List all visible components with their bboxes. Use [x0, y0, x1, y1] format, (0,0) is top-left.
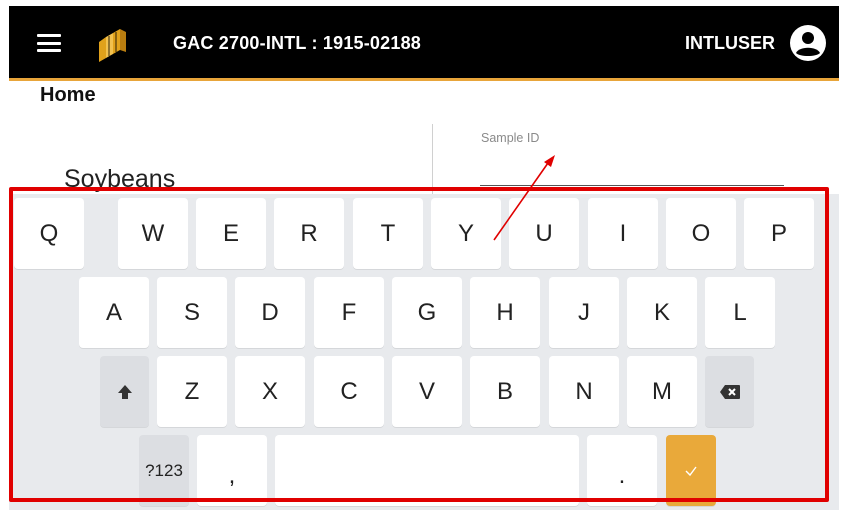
key-y[interactable]: Y: [431, 198, 501, 269]
app-frame: GAC 2700-INTL : 1915-02188 INTLUSER Home…: [9, 6, 839, 510]
enter-key[interactable]: [666, 435, 716, 506]
key-u[interactable]: U: [509, 198, 579, 269]
page-title: Home: [40, 84, 96, 106]
key-z[interactable]: Z: [157, 356, 227, 427]
user-name[interactable]: INTLUSER: [685, 33, 775, 54]
comma-key[interactable]: ,: [197, 435, 267, 506]
key-b[interactable]: B: [470, 356, 540, 427]
symbols-key[interactable]: ?123: [139, 435, 189, 506]
crop-selector[interactable]: Soybeans: [64, 165, 175, 194]
key-o[interactable]: O: [666, 198, 736, 269]
sample-id-label: Sample ID: [481, 131, 540, 145]
sample-id-input[interactable]: [480, 149, 784, 186]
key-j[interactable]: J: [549, 277, 619, 348]
backspace-icon: [719, 384, 740, 399]
key-a[interactable]: A: [79, 277, 149, 348]
key-c[interactable]: C: [314, 356, 384, 427]
backspace-key[interactable]: [705, 356, 754, 427]
key-m[interactable]: M: [627, 356, 697, 427]
key-f[interactable]: F: [314, 277, 384, 348]
key-s[interactable]: S: [157, 277, 227, 348]
key-q[interactable]: Q: [14, 198, 84, 269]
key-g[interactable]: G: [392, 277, 462, 348]
shift-key[interactable]: [100, 356, 149, 427]
key-t[interactable]: T: [353, 198, 423, 269]
logo-icon: [99, 29, 126, 62]
key-e[interactable]: E: [196, 198, 266, 269]
key-r[interactable]: R: [274, 198, 344, 269]
key-n[interactable]: N: [549, 356, 619, 427]
shift-arrow-icon: [117, 384, 132, 399]
key-v[interactable]: V: [392, 356, 462, 427]
space-key[interactable]: [275, 435, 579, 506]
field-divider: [432, 124, 433, 194]
on-screen-keyboard: Q W E R T Y U I O P A S D F G H J K L Z …: [9, 194, 839, 510]
key-l[interactable]: L: [705, 277, 775, 348]
hamburger-menu-icon[interactable]: [37, 34, 61, 52]
account-icon[interactable]: [789, 24, 827, 62]
key-k[interactable]: K: [627, 277, 697, 348]
top-bar: GAC 2700-INTL : 1915-02188 INTLUSER: [9, 6, 839, 78]
checkmark-icon: [685, 466, 697, 476]
period-key[interactable]: .: [587, 435, 657, 506]
key-p[interactable]: P: [744, 198, 814, 269]
key-i[interactable]: I: [588, 198, 658, 269]
key-d[interactable]: D: [235, 277, 305, 348]
key-w[interactable]: W: [118, 198, 188, 269]
key-h[interactable]: H: [470, 277, 540, 348]
key-x[interactable]: X: [235, 356, 305, 427]
device-title: GAC 2700-INTL : 1915-02188: [173, 33, 421, 53]
